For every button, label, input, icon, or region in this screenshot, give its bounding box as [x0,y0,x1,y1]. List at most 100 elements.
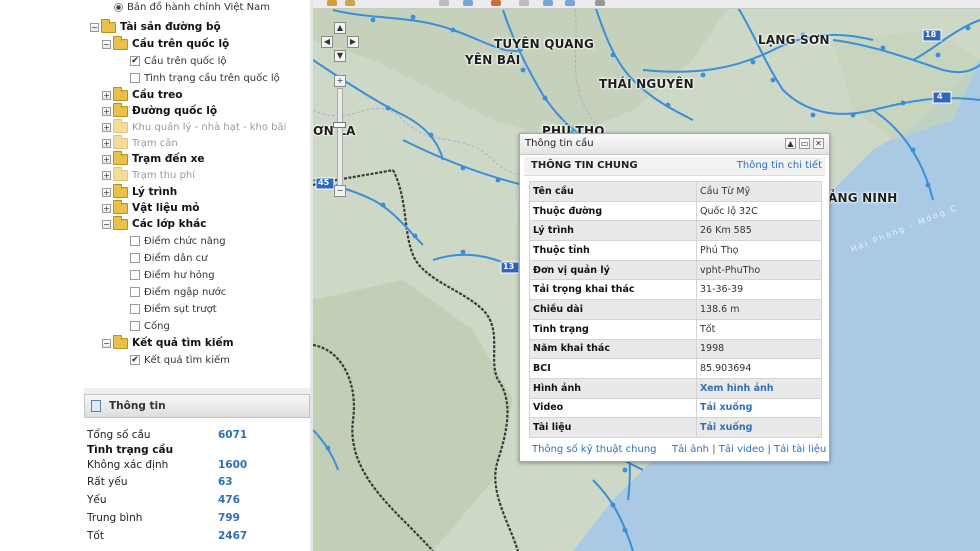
checkbox-icon[interactable] [130,321,140,331]
expand-icon[interactable]: + [102,203,111,213]
close-icon[interactable]: ✕ [813,138,824,149]
toolbar-tool-icon[interactable] [543,0,553,6]
collapse-popup-icon[interactable]: ▲ [785,138,796,149]
map-toolbar [313,0,980,9]
toolbar-tool-icon[interactable] [491,0,501,6]
tree-label: Đường quốc lộ [132,105,218,117]
zoom-out-icon[interactable]: − [334,185,346,197]
zoom-slider-thumb[interactable] [333,122,346,128]
tree-row-other-layers[interactable]: − Các lớp khác [102,215,206,232]
zoom-in-icon[interactable]: + [334,75,346,87]
tree-row-mileage[interactable]: + Lý trình [102,183,177,200]
stat-label: Trung bình [87,512,143,524]
download-video-link[interactable]: Tải xuống [696,397,822,419]
road-shield-label: 4 [937,92,943,101]
checkbox-checked-icon[interactable]: ✔ [130,56,140,66]
expand-icon[interactable]: + [102,187,111,197]
toolbar-tool-icon[interactable] [345,0,355,6]
toolbar-tool-icon[interactable] [595,0,605,6]
folder-icon [113,86,128,101]
toolbar-tool-icon[interactable] [519,0,529,6]
tree-row-national-road[interactable]: + Đường quốc lộ [102,102,218,119]
toolbar-tool-icon[interactable] [463,0,473,6]
row-value: 138.6 m [696,299,822,320]
popup-title-bar[interactable]: Thông tin cầu ▲ ▭ ✕ [520,134,829,155]
tree-row-search-results[interactable]: − Kết quả tìm kiếm [102,334,234,351]
tree-row-bridge-highway[interactable]: − Cầu trên quốc lộ [102,35,229,52]
view-images-link[interactable]: Xem hình ảnh [696,377,822,399]
tree-row-base-layer[interactable]: Bản đồ hành chính Việt Nam [114,0,270,15]
checkbox-icon[interactable] [130,270,140,280]
tree-row-management-area[interactable]: + Khu quản lý - nhà hạt - kho bãi [102,118,287,135]
tree-row-toll-station[interactable]: + Trạm thu phí [102,166,195,183]
pan-up-icon[interactable]: ▲ [334,22,346,34]
toolbar-tool-icon[interactable] [327,0,337,6]
radio-icon[interactable] [114,2,123,12]
map-label-thai-nguyen: THÁI NGUYÊN [599,77,694,91]
upload-video-link[interactable]: Tải video [719,444,765,455]
tree-row-other-item[interactable]: Điểm ngập nước [130,284,226,300]
tree-row-suspension[interactable]: + Cầu treo [102,86,182,103]
expand-icon[interactable]: + [102,122,111,132]
footer-separator: | [712,444,716,455]
expand-icon[interactable]: + [102,106,111,116]
technical-specs-link[interactable]: Thông số kỹ thuật chung [532,444,657,455]
zoom-slider[interactable] [337,88,343,186]
collapse-icon[interactable]: − [90,22,99,32]
tree-row-ferry-station[interactable]: + Trạm đến xe [102,150,205,167]
collapse-icon[interactable]: − [102,338,111,348]
tree-row-other-item[interactable]: Điểm sụt trượt [130,301,217,317]
checkbox-icon[interactable] [130,304,140,314]
bridge-info-table: Tên cầu Cầu Từ Mỹ Thuộc đường Quốc lộ 32C … [529,181,822,438]
pan-down-icon[interactable]: ▼ [334,50,346,62]
checkbox-icon[interactable] [130,73,140,83]
tree-label: Khu quản lý - nhà hạt - kho bãi [132,121,287,133]
pan-right-icon[interactable]: ▶ [347,36,359,48]
popup-title: Thông tin cầu [525,138,594,149]
tree-row-other-item[interactable]: Điểm hư hỏng [130,267,215,283]
tree-row-other-item[interactable]: Điểm chức năng [130,233,226,249]
folder-icon [113,166,128,181]
collapse-icon[interactable]: − [102,39,111,49]
footer-separator: | [767,444,771,455]
tree-row-material-pit[interactable]: + Vật liệu mỏ [102,199,200,216]
tree-row-bridge-condition[interactable]: Tình trạng cầu trên quốc lộ [130,70,280,86]
stat-row: Yếu 476 [87,494,240,510]
folder-icon [113,199,128,214]
download-document-link[interactable]: Tải xuống [696,417,822,438]
tree-row-search-results-child[interactable]: ✔ Kết quả tìm kiếm [130,352,230,368]
checkbox-icon[interactable] [130,253,140,263]
row-key: Thuộc đường [529,200,697,222]
toolbar-tool-icon[interactable] [439,0,449,6]
tree-row-weigh-station[interactable]: + Trạm cân [102,134,178,151]
folder-icon [113,183,128,198]
tree-row-other-item[interactable]: Cống [130,318,170,334]
tree-row-bridge-highway-child[interactable]: ✔ Cầu trên quốc lộ [130,53,227,69]
checkbox-icon[interactable] [130,287,140,297]
expand-icon[interactable]: + [102,154,111,164]
upload-document-link[interactable]: Tải tài liệu [774,444,826,455]
row-value: Phú Thọ [696,240,822,261]
row-key: Tình trạng [529,318,697,340]
expand-icon[interactable]: + [102,90,111,100]
table-row: Tên cầu Cầu Từ Mỹ [529,181,822,202]
info-panel-header[interactable]: Thông tin [84,394,310,418]
tree-label: Điểm chức năng [144,235,226,247]
row-value: Cầu Từ Mỹ [696,181,822,202]
checkbox-checked-icon[interactable]: ✔ [130,355,140,365]
toolbar-tool-icon[interactable] [565,0,575,6]
maximize-popup-icon[interactable]: ▭ [799,138,810,149]
map-label-tuyen-quang: TUYÊN QUANG [494,37,594,51]
stat-value: 2467 [218,530,248,542]
expand-icon[interactable]: + [102,138,111,148]
pan-left-icon[interactable]: ◀ [321,36,333,48]
checkbox-icon[interactable] [130,236,140,246]
collapse-icon[interactable]: − [102,219,111,229]
tree-row-other-item[interactable]: Điểm dân cư [130,250,207,266]
expand-icon[interactable]: + [102,170,111,180]
table-row: Video Tải xuống [529,397,822,419]
stat-label: Yếu [87,494,107,506]
tree-row-road-assets[interactable]: − Tài sản đường bộ [90,18,221,35]
detail-info-link[interactable]: Thông tin chi tiết [737,160,822,171]
upload-image-link[interactable]: Tải ảnh [672,444,709,455]
